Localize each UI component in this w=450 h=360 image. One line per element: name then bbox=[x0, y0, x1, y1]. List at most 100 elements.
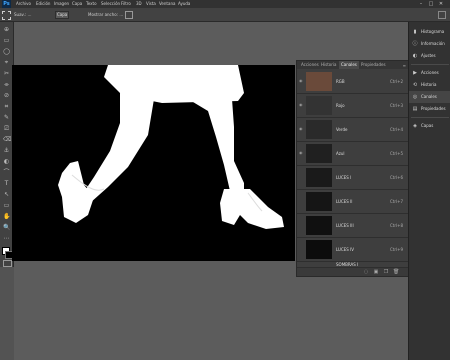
quick-mask-icon[interactable] bbox=[3, 260, 12, 267]
menu-ayuda[interactable]: Ayuda bbox=[178, 0, 190, 8]
gradient-tool-icon[interactable]: ⚓ bbox=[3, 147, 10, 154]
visibility-eye-icon[interactable]: ◉ bbox=[299, 150, 304, 155]
channel-row[interactable]: ◉ Rojo Ctrl+3 bbox=[297, 94, 409, 118]
dodge-tool-icon[interactable]: ⌒ bbox=[3, 169, 10, 176]
channel-name: Rojo bbox=[336, 103, 345, 108]
menu-capa[interactable]: Capa bbox=[72, 0, 82, 8]
tab-canales[interactable]: Canales bbox=[339, 61, 359, 69]
channel-name: LUCES III bbox=[336, 223, 354, 228]
visibility-eye-icon[interactable]: ◉ bbox=[299, 102, 304, 107]
tab-acciones[interactable]: Acciones bbox=[299, 61, 321, 69]
crop-tool-icon[interactable]: ✂ bbox=[3, 70, 10, 77]
properties-icon: ▤ bbox=[412, 106, 418, 112]
style-dropdown[interactable]: Capa bbox=[55, 11, 70, 19]
menu-vista[interactable]: Vista bbox=[146, 0, 156, 8]
play-icon: ▶ bbox=[413, 70, 417, 76]
visibility-eye-icon[interactable] bbox=[299, 246, 304, 251]
eraser-tool-icon[interactable]: ⌫ bbox=[3, 136, 11, 143]
panel-item-label: Historia bbox=[421, 82, 437, 87]
maximize-icon[interactable]: □ bbox=[427, 1, 435, 7]
visibility-eye-icon[interactable] bbox=[299, 174, 304, 179]
eyedropper-tool-icon[interactable]: ⌯ bbox=[3, 81, 10, 88]
stamp-tool-icon[interactable]: ✎ bbox=[3, 114, 10, 121]
menu-archivo[interactable]: Archivo bbox=[16, 0, 31, 8]
move-tool-icon[interactable]: ⊕ bbox=[3, 26, 10, 33]
selection-options-text[interactable]: Suav.: … bbox=[14, 8, 31, 21]
close-icon[interactable]: ✕ bbox=[437, 1, 445, 7]
menu-3d[interactable]: 3D bbox=[136, 0, 142, 8]
channel-shortcut: Ctrl+5 bbox=[389, 151, 403, 156]
panel-item-info[interactable]: ⓘ Información bbox=[409, 38, 450, 50]
options-toggle-icon[interactable] bbox=[125, 11, 133, 19]
menu-imagen[interactable]: Imagen bbox=[54, 0, 69, 8]
document-canvas[interactable] bbox=[12, 65, 295, 261]
channel-row[interactable]: LUCES I Ctrl+6 bbox=[297, 166, 409, 190]
lasso-tool-icon[interactable]: ◯ bbox=[3, 48, 10, 55]
panel-item-adjustments[interactable]: ◐ Ajustes bbox=[409, 50, 450, 62]
options-bar: Suav.: … Capa Mostrar ancho: ... bbox=[0, 8, 450, 22]
tab-propiedades[interactable]: Propiedades bbox=[359, 61, 388, 69]
channel-row[interactable]: LUCES III Ctrl+8 bbox=[297, 214, 409, 238]
pen-tool-icon[interactable]: T bbox=[3, 180, 10, 187]
zoom-tool-icon[interactable]: ⋯ bbox=[3, 235, 10, 242]
panel-item-layers[interactable]: ◈ Capas bbox=[409, 120, 450, 132]
channel-thumbnail bbox=[306, 192, 332, 211]
quick-select-tool-icon[interactable]: ⌖ bbox=[3, 59, 10, 66]
load-selection-icon[interactable]: ◌ bbox=[363, 269, 369, 275]
menu-texto[interactable]: Texto bbox=[86, 0, 97, 8]
menu-ventana[interactable]: Ventana bbox=[159, 0, 175, 8]
channel-thumbnail bbox=[306, 168, 332, 187]
options-extra-text: Mostrar ancho: ... bbox=[88, 12, 124, 17]
menu-bar: Ps Archivo Edición Imagen Capa Texto Sel… bbox=[0, 0, 450, 8]
shape-tool-icon[interactable]: ✋ bbox=[3, 213, 10, 220]
menu-edicion[interactable]: Edición bbox=[36, 0, 50, 8]
channel-thumbnail bbox=[306, 240, 332, 259]
path-select-tool-icon[interactable]: ▭ bbox=[3, 202, 10, 209]
panel-item-properties[interactable]: ▤ Propiedades bbox=[409, 103, 450, 115]
panel-item-histogram[interactable]: ▮ Histograma bbox=[409, 26, 450, 38]
channel-thumbnail bbox=[306, 120, 332, 139]
workspace-icon[interactable] bbox=[438, 11, 446, 19]
collapsed-panels-strip: ▮ Histograma ⓘ Información ◐ Ajustes ▶ A… bbox=[408, 22, 450, 360]
legs-silhouette-image bbox=[58, 65, 284, 229]
channel-row[interactable]: ◉ Verde Ctrl+4 bbox=[297, 118, 409, 142]
panel-tabs: Acciones Historia Canales Propiedades ≡ bbox=[297, 61, 409, 69]
visibility-eye-icon[interactable]: ◉ bbox=[299, 126, 304, 131]
marquee-tool-icon[interactable]: ▭ bbox=[3, 37, 10, 44]
channel-thumbnail bbox=[306, 216, 332, 235]
new-channel-icon[interactable]: ❐ bbox=[383, 269, 389, 275]
visibility-eye-icon[interactable] bbox=[299, 222, 304, 227]
visibility-eye-icon[interactable] bbox=[299, 198, 304, 203]
channel-shortcut: Ctrl+8 bbox=[389, 223, 403, 228]
channel-row[interactable]: ◉ Azul Ctrl+5 bbox=[297, 142, 409, 166]
history-brush-tool-icon[interactable]: ⎚ bbox=[3, 125, 10, 132]
histogram-icon: ▮ bbox=[413, 29, 417, 35]
menu-filtro[interactable]: Filtro bbox=[121, 0, 131, 8]
panel-menu-icon[interactable]: ≡ bbox=[403, 63, 406, 68]
channel-shortcut: Ctrl+4 bbox=[389, 127, 403, 132]
hand-tool-icon[interactable]: 🔍 bbox=[3, 224, 10, 231]
trash-icon[interactable]: 🗑 bbox=[393, 269, 399, 275]
panel-item-channels[interactable]: ◎ Canales bbox=[409, 91, 450, 103]
channel-shortcut: Ctrl+9 bbox=[389, 247, 403, 252]
menu-seleccion[interactable]: Selección bbox=[101, 0, 120, 8]
panel-item-actions[interactable]: ▶ Acciones bbox=[409, 67, 450, 79]
healing-tool-icon[interactable]: ⊘ bbox=[3, 92, 10, 99]
channel-row[interactable]: LUCES IV Ctrl+9 bbox=[297, 238, 409, 262]
channel-row[interactable]: LUCES II Ctrl+7 bbox=[297, 190, 409, 214]
marquee-tool-icon[interactable] bbox=[2, 11, 11, 20]
type-tool-icon[interactable]: ↖ bbox=[3, 191, 10, 198]
panel-item-history[interactable]: ⟲ Historia bbox=[409, 79, 450, 91]
save-selection-icon[interactable]: ▣ bbox=[373, 269, 379, 275]
channel-name: Verde bbox=[336, 127, 348, 132]
divider bbox=[411, 117, 449, 118]
tab-historia[interactable]: Historia bbox=[319, 61, 338, 69]
visibility-eye-icon[interactable]: ◉ bbox=[299, 78, 304, 83]
panel-footer: ◌ ▣ ❐ 🗑 bbox=[297, 267, 409, 276]
brush-tool-icon[interactable]: ⌗ bbox=[3, 103, 10, 110]
channel-shortcut: Ctrl+3 bbox=[389, 103, 403, 108]
blur-tool-icon[interactable]: ◐ bbox=[3, 158, 10, 165]
channel-row[interactable]: ◉ RGB Ctrl+2 bbox=[297, 70, 409, 94]
panel-item-label: Capas bbox=[421, 123, 434, 128]
minimize-icon[interactable]: – bbox=[417, 1, 425, 7]
